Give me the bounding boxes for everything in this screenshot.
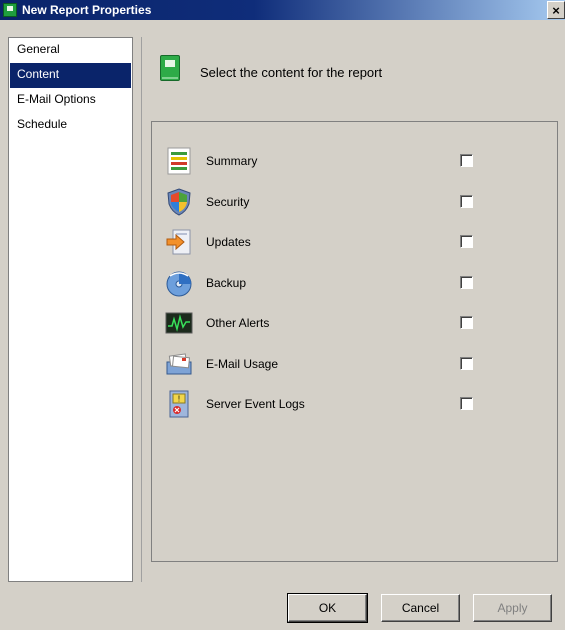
updates-checkbox[interactable] [460,235,473,248]
close-button[interactable]: × [547,1,565,19]
security-shield-icon [167,188,191,216]
alerts-monitor-icon [165,312,193,334]
list-item: E-Mail Usage [164,345,544,381]
app-icon [3,3,17,17]
list-item: Updates [164,223,544,259]
content-pane: Select the content for the report Summar… [141,37,565,582]
svg-text:!: ! [178,395,180,404]
nav-item-schedule[interactable]: Schedule [9,113,132,138]
security-label: Security [206,195,250,209]
other-alerts-checkbox[interactable] [460,316,473,329]
backup-icon [166,271,192,297]
report-book-icon [160,55,180,81]
list-item: Other Alerts [164,304,544,340]
event-log-icon: ! [169,390,189,418]
content-options-panel: Summary Security Updates Backup Other Al… [151,121,558,562]
updates-icon [166,229,191,255]
nav-item-email-options[interactable]: E-Mail Options [9,88,132,113]
updates-label: Updates [206,235,251,249]
summary-checkbox[interactable] [460,154,473,167]
list-item: ! Server Event Logs [164,385,544,421]
summary-icon [167,147,191,175]
security-checkbox[interactable] [460,195,473,208]
backup-label: Backup [206,276,247,290]
content-header: Select the content for the report [200,65,383,80]
window-title: New Report Properties [22,3,152,17]
cancel-button[interactable]: Cancel [381,594,460,622]
nav-item-content[interactable]: Content [10,63,131,88]
nav-list: General Content E-Mail Options Schedule [8,37,133,582]
server-event-logs-checkbox[interactable] [460,397,473,410]
list-item: Security [164,183,544,219]
list-item: Backup [164,264,544,300]
email-usage-icon [166,353,192,375]
summary-label: Summary [206,154,258,168]
server-event-logs-label: Server Event Logs [206,397,305,411]
nav-item-general[interactable]: General [9,38,132,63]
ok-button[interactable]: OK [287,593,368,623]
email-usage-checkbox[interactable] [460,357,473,370]
list-item: Summary [164,142,544,178]
email-usage-label: E-Mail Usage [206,357,279,371]
title-bar: New Report Properties × [0,0,565,20]
other-alerts-label: Other Alerts [206,316,270,330]
apply-button[interactable]: Apply [473,594,552,622]
backup-checkbox[interactable] [460,276,473,289]
